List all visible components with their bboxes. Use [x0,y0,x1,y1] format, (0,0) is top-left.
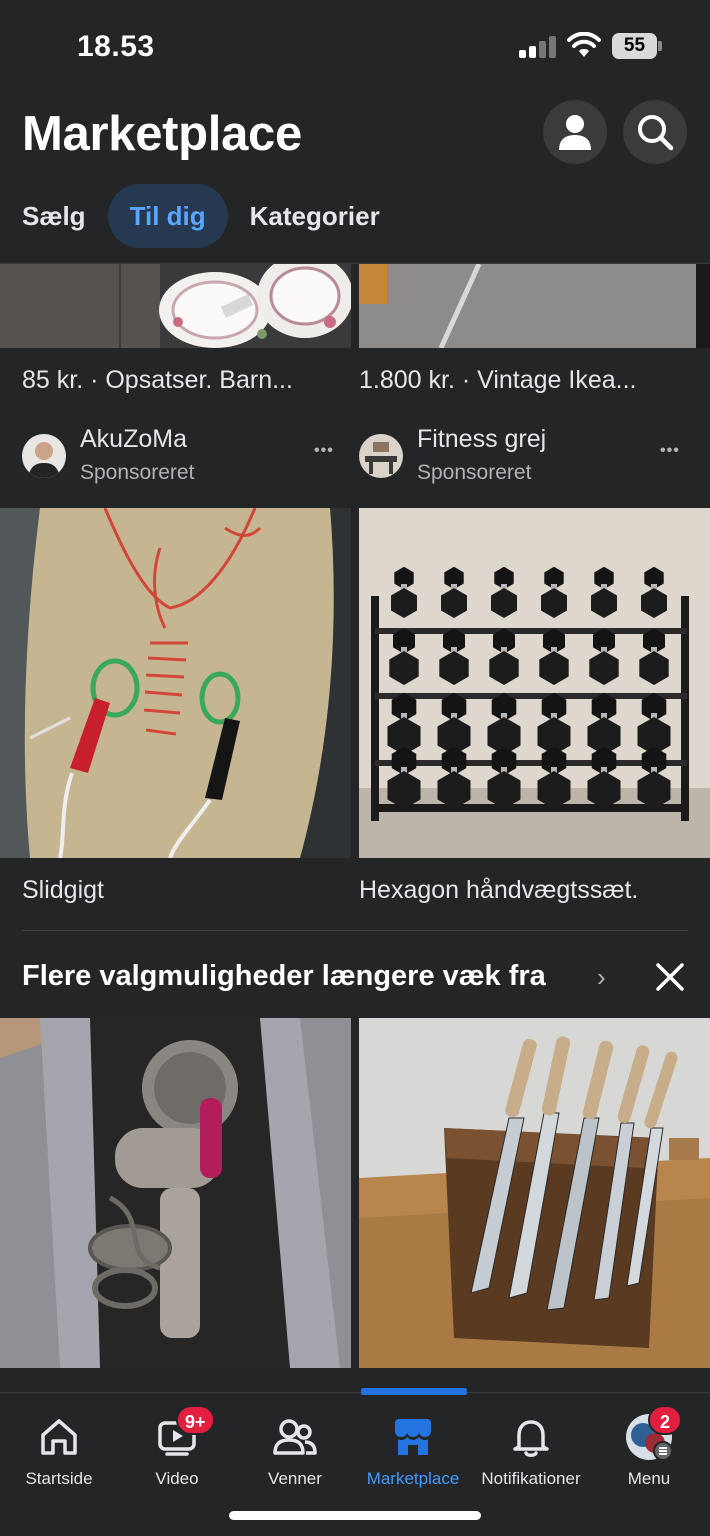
search-button[interactable] [623,100,687,164]
nav-venner[interactable]: Venner [236,1393,354,1503]
listing-title-partial[interactable] [22,1378,340,1392]
listing-title[interactable]: 1.800 kr. · Vintage Ikea... [359,366,683,395]
nav-startside[interactable]: Startside [0,1393,118,1503]
listings-feed[interactable]: 85 kr. · Opsatser. Barn... 1.800 kr. · V… [0,264,710,1392]
person-icon [559,115,591,150]
section-title[interactable]: Flere valgmuligheder længere væk fra [22,960,546,993]
more-options-button[interactable]: ••• [314,442,334,460]
status-time: 18.53 [77,30,155,63]
listing-image-dyson[interactable] [0,1018,351,1368]
nav-notifikationer[interactable]: Notifikationer [472,1393,590,1503]
search-icon [638,115,674,151]
listing-image-ikea[interactable] [359,264,710,348]
more-options-button[interactable]: ••• [660,442,680,460]
wifi-icon [567,31,601,58]
nav-video[interactable]: 9+ Video [118,1393,236,1503]
tab-bar: Sælg Til dig Kategorier [22,184,402,248]
close-icon[interactable] [654,961,686,993]
home-indicator[interactable] [229,1511,481,1520]
sponsored-label: Sponsoreret [417,461,532,484]
battery-level: 55 [612,33,657,59]
sponsored-label: Sponsoreret [80,461,195,484]
nav-menu[interactable]: 2 Menu [590,1393,708,1503]
tab-kategorier[interactable]: Kategorier [228,184,402,248]
video-badge: 9+ [176,1405,215,1435]
nav-label: Menu [627,1469,671,1488]
cellular-signal-icon [519,36,557,58]
friends-icon [271,1413,319,1461]
seller-avatar[interactable] [22,434,66,478]
menu-badge: 2 [648,1405,682,1435]
listing-image-opsatser[interactable] [0,264,351,348]
listing-image-knive[interactable] [359,1018,710,1368]
battery-icon: 55 [612,33,662,59]
marketplace-icon [389,1413,437,1461]
page-title: Marketplace [22,107,302,161]
home-icon [35,1413,83,1461]
bell-icon [507,1413,555,1461]
listing-image-haandvaegte[interactable] [359,508,710,858]
listing-title[interactable]: Hexagon håndvægtssæt. [359,876,689,905]
tab-saelg[interactable]: Sælg [0,184,108,248]
chevron-right-icon[interactable]: › [597,962,606,993]
listing-title[interactable]: 85 kr. · Opsatser. Barn... [22,366,340,395]
seller-avatar[interactable] [359,434,403,478]
section-divider [22,930,688,931]
listing-title[interactable]: Slidgigt [22,876,340,905]
tab-til-dig[interactable]: Til dig [107,184,228,248]
nav-marketplace[interactable]: Marketplace [354,1393,472,1503]
seller-name[interactable]: Fitness grej [417,425,546,454]
listing-image-slidgigt[interactable] [0,508,351,858]
profile-button[interactable] [543,100,607,164]
status-bar: 18.53 55 [0,0,710,96]
seller-name[interactable]: AkuZoMa [80,425,187,454]
